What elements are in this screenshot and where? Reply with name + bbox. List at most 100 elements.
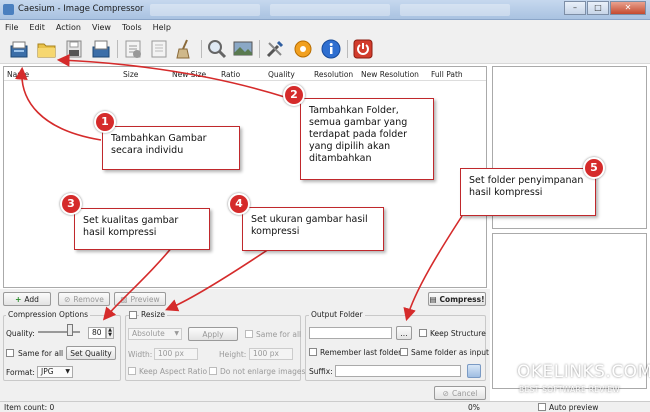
callout-2: Tambahkan Folder, semua gambar yang terd… [300,98,434,180]
auto-preview-checkbox[interactable] [538,403,546,411]
menu-view[interactable]: View [92,23,111,32]
update-icon[interactable] [292,38,314,60]
cancel-icon: ⊘ [442,388,449,398]
callout-3: Set kualitas gambar hasil kompressi [74,208,210,250]
window-title: Caesium - Image Compressor [18,4,144,14]
compress-icon: ▤ [429,294,437,304]
menu-file[interactable]: File [5,23,18,32]
same-for-all-resize-checkbox[interactable] [245,330,253,338]
preview-image-icon[interactable] [232,38,254,60]
quality-spinner[interactable]: ▲ ▼ [106,327,114,339]
col-size[interactable]: Size [123,70,138,79]
item-count: Item count: 0 [4,403,55,412]
exit-icon[interactable] [352,38,374,60]
menu-bar: File Edit Action View Tools Help [0,20,650,34]
resize-mode-select[interactable]: Absolute ▼ [128,328,182,340]
height-label: Height: [219,350,247,359]
menu-tools[interactable]: Tools [122,23,142,32]
preview-button[interactable]: ▧ Preview [114,292,166,306]
output-folder-input[interactable] [309,327,392,339]
title-bar: Caesium - Image Compressor – □ ✕ [0,0,650,20]
keep-structure-label: Keep Structure [430,329,486,338]
callout-1: Tambahkan Gambar secara individu [102,126,240,170]
suffix-input[interactable] [335,365,461,377]
compression-options-title: Compression Options [6,310,90,319]
col-quality[interactable]: Quality [268,70,295,79]
badge-5: 5 [583,157,605,179]
col-new-resolution[interactable]: New Resolution [361,70,419,79]
watermark-tagline: BEST SOFTWARE REVIEW [519,385,620,394]
badge-1: 1 [94,111,116,133]
height-input[interactable]: 100 px [249,348,293,360]
badge-4: 4 [228,193,250,215]
close-button[interactable]: ✕ [610,1,646,15]
clear-icon[interactable] [148,38,170,60]
quality-slider[interactable] [67,324,73,336]
same-for-all-quality-checkbox[interactable] [6,349,14,357]
cancel-button[interactable]: ⊘ Cancel [434,386,486,400]
settings-icon[interactable] [264,38,286,60]
no-enlarge-checkbox[interactable] [209,367,217,375]
open-folder-icon[interactable] [36,38,58,60]
menu-action[interactable]: Action [56,23,81,32]
add-button[interactable]: + Add [3,292,51,306]
format-select[interactable]: JPG ▼ [37,366,73,378]
broom-icon[interactable] [174,38,196,60]
compress-button[interactable]: ▤ Compress! [428,292,486,306]
background-tab [400,4,510,16]
quality-input[interactable]: 80 [88,327,106,339]
background-tab [150,4,260,16]
column-headers: Name Size New Size Ratio Quality Resolut… [4,67,486,81]
remove-icon[interactable] [122,38,144,60]
save-icon[interactable] [63,38,85,60]
auto-preview-label: Auto preview [549,403,599,412]
refresh-icon[interactable] [467,364,481,378]
preview-icon: ▧ [120,294,128,304]
background-tab [270,4,390,16]
col-resolution[interactable]: Resolution [314,70,353,79]
chevron-down-icon: ▼ [174,330,179,337]
format-label: Format: [6,368,35,377]
remember-folder-checkbox[interactable] [309,348,317,356]
save-all-icon[interactable] [90,38,112,60]
col-name[interactable]: Name [7,70,29,79]
remove-icon: ⊘ [64,294,71,304]
keep-structure-checkbox[interactable] [419,329,427,337]
no-enlarge-label: Do not enlarge images [220,367,306,376]
menu-help[interactable]: Help [153,23,171,32]
status-bar: Item count: 0 0% Auto preview [0,401,650,412]
callout-4: Set ukuran gambar hasil kompressi [242,207,384,251]
badge-3: 3 [60,193,82,215]
width-label: Width: [128,350,153,359]
set-quality-button[interactable]: Set Quality [66,346,116,360]
browse-folder-button[interactable]: ... [396,326,412,340]
remember-folder-label: Remember last folder [320,348,402,357]
keep-aspect-checkbox[interactable] [128,367,136,375]
badge-2: 2 [283,84,305,106]
keep-aspect-label: Keep Aspect Ratio [139,367,208,376]
same-for-all-resize-label: Same for all [256,330,302,339]
plus-icon: + [15,294,22,304]
callout-5: Set folder penyimpanan hasil kompressi [460,168,596,216]
col-full-path[interactable]: Full Path [431,70,463,79]
menu-edit[interactable]: Edit [29,23,45,32]
progress-percent: 0% [468,403,480,412]
app-icon [3,4,14,15]
chevron-down-icon: ▼ [65,368,70,375]
apply-button[interactable]: Apply [188,327,238,341]
resize-checkbox[interactable] [129,311,137,319]
output-folder-title: Output Folder [309,310,365,319]
col-new-size[interactable]: New Size [172,70,206,79]
zoom-icon[interactable] [206,38,228,60]
resize-title: Resize [139,310,168,319]
maximize-button[interactable]: □ [587,1,609,15]
width-input[interactable]: 100 px [154,348,198,360]
info-icon[interactable] [320,38,342,60]
remove-button[interactable]: ⊘ Remove [58,292,110,306]
watermark-name: OKELINKS.COM [517,362,650,382]
minimize-button[interactable]: – [564,1,586,15]
quality-label: Quality: [6,329,35,338]
open-file-icon[interactable] [8,38,30,60]
same-folder-checkbox[interactable] [400,348,408,356]
col-ratio[interactable]: Ratio [221,70,240,79]
